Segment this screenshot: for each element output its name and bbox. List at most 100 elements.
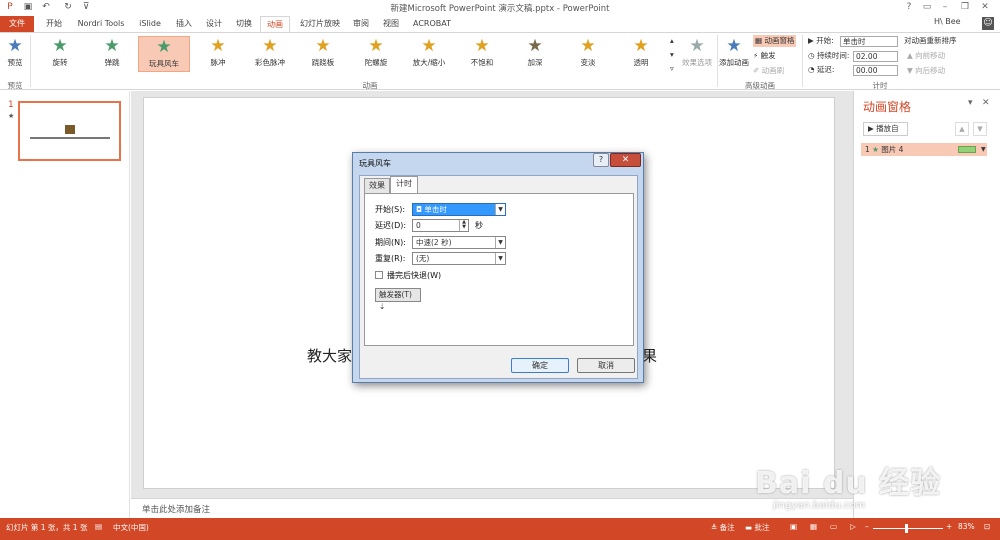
notes-toggle[interactable]: ≜ 备注	[711, 522, 735, 533]
slideshow-icon[interactable]: ▷	[850, 522, 856, 531]
effect-options-icon: ★	[689, 36, 705, 56]
cancel-button[interactable]: 取消	[577, 358, 635, 373]
tab-view[interactable]: 视图	[378, 16, 404, 32]
animation-desaturate-button[interactable]: ★ 不饱和	[456, 36, 508, 72]
trigger-button[interactable]: ⚡ 触发	[753, 50, 776, 62]
slide-number: 1	[8, 100, 14, 110]
animation-pulse-button[interactable]: ★ 脉冲	[192, 36, 244, 72]
help-button[interactable]: ?	[902, 1, 916, 14]
dialog-title: 玩具风车	[359, 159, 391, 168]
user-name[interactable]: H\ Bee	[934, 17, 961, 26]
move-down-icon[interactable]: ▼	[973, 122, 987, 136]
close-button[interactable]: ✕	[978, 1, 992, 14]
move-later-button[interactable]: ▼ 向后移动	[907, 65, 945, 77]
fit-slide-icon[interactable]: ⊡	[984, 522, 990, 531]
play-from-button[interactable]: ▶ 播放自	[863, 122, 908, 136]
slide-thumbnail[interactable]	[18, 101, 121, 161]
period-field-select[interactable]: 中速(2 秒) ▼	[412, 236, 506, 249]
tab-islide[interactable]: iSlide	[134, 16, 166, 32]
animation-painter-button[interactable]: ✐ 动画刷	[753, 65, 784, 77]
add-animation-label: 添加动画	[719, 58, 749, 67]
ok-button[interactable]: 确定	[511, 358, 569, 373]
move-up-icon[interactable]: ▲	[955, 122, 969, 136]
preview-button[interactable]: ★ 预览	[2, 36, 28, 72]
gallery-more-icon[interactable]: ▿	[670, 63, 674, 75]
spinner-arrows-icon[interactable]: ▲ ▼	[459, 220, 468, 231]
gallery-down-icon[interactable]: ▾	[670, 49, 674, 61]
pane-options-icon[interactable]: ▾	[968, 98, 973, 108]
zoom-slider-thumb[interactable]	[905, 524, 908, 533]
zoom-slider[interactable]	[873, 528, 943, 529]
tab-review[interactable]: 审阅	[348, 16, 374, 32]
ribbon-display-icon[interactable]: ▭	[920, 1, 934, 14]
timing-bar	[958, 146, 976, 153]
animation-grow-shrink-button[interactable]: ★ 放大/缩小	[403, 36, 455, 72]
add-animation-button[interactable]: ★ 添加动画	[717, 36, 751, 72]
animation-darken-button[interactable]: ★ 加深	[509, 36, 561, 72]
period-dropdown-icon[interactable]: ▼	[495, 237, 505, 248]
tab-nordri-tools[interactable]: Nordri Tools	[72, 16, 130, 32]
effect-options-button[interactable]: ★ 效果选项	[677, 36, 717, 72]
animation-star-icon: ★	[421, 36, 437, 56]
tab-acrobat[interactable]: ACROBAT	[410, 16, 454, 32]
tab-design[interactable]: 设计	[200, 16, 228, 32]
tab-slideshow[interactable]: 幻灯片放映	[294, 16, 346, 32]
start-dropdown-icon[interactable]: ▼	[495, 204, 505, 215]
start-label-text: 开始:	[816, 36, 834, 45]
animation-spin-top-button[interactable]: ★ 陀螺旋	[350, 36, 402, 72]
dialog-body: 效果 计时 开始(S): ◘ 单击时 ▼ 延迟(D): 0 ▲ ▼ 秒 期间(N)…	[359, 175, 638, 379]
animation-star-icon: ★	[527, 36, 543, 56]
animation-spin-button[interactable]: ★ 旋转	[34, 36, 86, 72]
rewind-checkbox[interactable]	[375, 271, 383, 279]
tab-effect[interactable]: 效果	[364, 178, 390, 193]
start-select[interactable]: 单击时	[840, 36, 898, 47]
start-label: ▶ 开始:	[808, 36, 834, 45]
dialog-close-button[interactable]: ✕	[610, 153, 641, 167]
zoom-out-icon[interactable]: –	[865, 522, 869, 531]
start-field-select[interactable]: ◘ 单击时 ▼	[412, 203, 506, 216]
item-dropdown-icon[interactable]: ▼	[981, 143, 986, 156]
delay-input[interactable]: 00.00	[853, 65, 898, 76]
delay-field-label: 延迟(D):	[375, 221, 407, 230]
reading-view-icon[interactable]: ▭	[830, 522, 837, 531]
minimize-button[interactable]: –	[938, 1, 952, 14]
slide-text-left[interactable]: 教大家	[307, 345, 352, 366]
language[interactable]: 中文(中国)	[113, 522, 149, 533]
animation-transparency-button[interactable]: ★ 透明	[615, 36, 667, 72]
slide-sorter-icon[interactable]: ▦	[810, 522, 817, 531]
normal-view-icon[interactable]: ▣	[790, 522, 797, 531]
tab-home[interactable]: 开始	[40, 16, 68, 32]
restore-button[interactable]: ❐	[958, 1, 972, 14]
comments-toggle[interactable]: ▬ 批注	[745, 522, 769, 533]
zoom-level[interactable]: 83%	[958, 522, 975, 531]
animation-pane-button[interactable]: ▦ 动画窗格	[753, 35, 797, 47]
tab-insert[interactable]: 插入	[170, 16, 198, 32]
move-earlier-button[interactable]: ▲ 向前移动	[907, 50, 945, 62]
repeat-field-select[interactable]: (无) ▼	[412, 252, 506, 265]
tab-transitions[interactable]: 切换	[230, 16, 258, 32]
animation-bounce-button[interactable]: ★ 弹跳	[86, 36, 138, 72]
tab-animations[interactable]: 动画	[260, 16, 290, 32]
animation-color-pulse-button[interactable]: ★ 彩色脉冲	[244, 36, 296, 72]
animation-lighten-button[interactable]: ★ 变淡	[562, 36, 614, 72]
spell-check-icon[interactable]: ▤	[95, 522, 102, 531]
delay-spinner[interactable]: 0 ▲ ▼	[412, 219, 469, 232]
animation-pinwheel-button[interactable]: ★ 玩具风车	[138, 36, 190, 72]
animation-pane: 动画窗格 ▾ ✕ ▶ 播放自 ▲ ▼ 1 ★ 图片 4 ▼	[853, 91, 1000, 518]
animation-list-item[interactable]: 1 ★ 图片 4 ▼	[861, 143, 987, 156]
tab-file[interactable]: 文件	[0, 16, 34, 32]
divider	[30, 35, 31, 87]
notes-pane[interactable]: 单击此处添加备注	[131, 498, 853, 518]
dialog-help-button[interactable]: ?	[593, 153, 609, 167]
pane-close-icon[interactable]: ✕	[982, 98, 990, 108]
trigger-button[interactable]: 触发器(T) ⇣	[375, 288, 421, 311]
repeat-dropdown-icon[interactable]: ▼	[495, 253, 505, 264]
delay-field-value: 0	[416, 221, 421, 230]
gallery-up-icon[interactable]: ▴	[670, 35, 674, 47]
animation-teeter-button[interactable]: ★ 跷跷板	[297, 36, 349, 72]
duration-input[interactable]: 02.00	[853, 51, 898, 62]
slide-text-right[interactable]: 果	[642, 345, 657, 366]
zoom-in-icon[interactable]: +	[946, 522, 952, 531]
avatar[interactable]: ☺	[982, 17, 994, 30]
tab-timing[interactable]: 计时	[390, 176, 418, 193]
